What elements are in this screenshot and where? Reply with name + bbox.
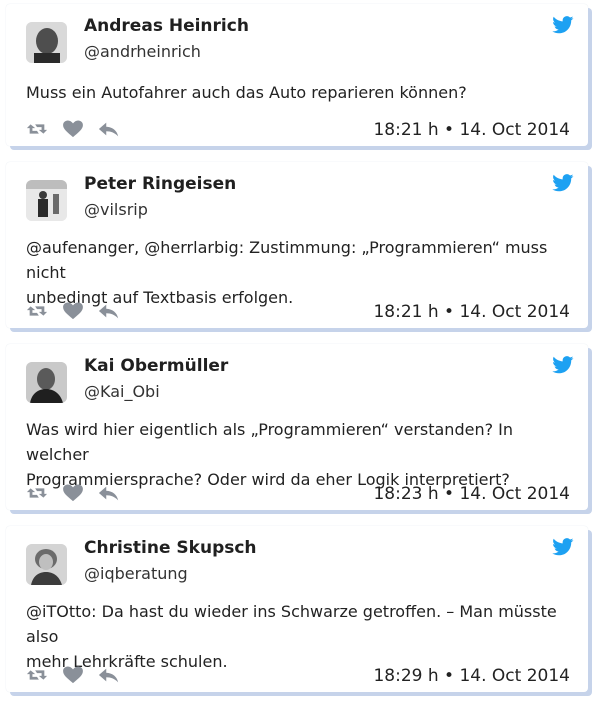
tweet-text: @aufenanger, @herrlarbig: Zustimmung: „P… [26,235,571,310]
tweet-card: Kai Obermüller @Kai_Obi Was wird hier ei… [6,344,588,510]
author-name[interactable]: Christine Skupsch [84,538,257,558]
tweet-timestamp[interactable]: 18:29 h • 14. Oct 2014 [373,666,570,686]
heart-icon[interactable] [62,120,84,138]
tweet-timestamp[interactable]: 18:23 h • 14. Oct 2014 [373,484,570,504]
reply-icon[interactable] [98,666,120,684]
twitter-bird-icon[interactable] [552,538,574,556]
tweet-actions [26,666,120,684]
avatar[interactable] [26,180,67,221]
tweet-timestamp[interactable]: 18:21 h • 14. Oct 2014 [373,120,570,140]
tweet-timestamp[interactable]: 18:21 h • 14. Oct 2014 [373,302,570,322]
reply-icon[interactable] [98,484,120,502]
avatar[interactable] [26,362,67,403]
twitter-bird-icon[interactable] [552,174,574,192]
tweet-text-line: Was wird hier eigentlich als „Programmie… [26,420,514,464]
author-handle[interactable]: @iqberatung [84,564,188,583]
twitter-bird-icon[interactable] [552,356,574,374]
author-handle[interactable]: @Kai_Obi [84,382,160,401]
avatar[interactable] [26,22,67,63]
retweet-icon[interactable] [26,666,48,684]
tweet-card: Andreas Heinrich @andrheinrich Muss ein … [6,4,588,146]
heart-icon[interactable] [62,302,84,320]
tweet-text-line: @iTOtto: Da hast du wieder ins Schwarze … [26,602,557,646]
heart-icon[interactable] [62,484,84,502]
tweet-text-line: Muss ein Autofahrer auch das Auto repari… [26,83,467,102]
retweet-icon[interactable] [26,302,48,320]
author-handle[interactable]: @andrheinrich [84,42,201,61]
tweet-text: @iTOtto: Da hast du wieder ins Schwarze … [26,599,571,674]
author-name[interactable]: Peter Ringeisen [84,174,236,194]
author-handle[interactable]: @vilsrip [84,200,148,219]
retweet-icon[interactable] [26,120,48,138]
avatar[interactable] [26,544,67,585]
tweet-actions [26,120,120,138]
tweet-actions [26,302,120,320]
tweet-actions [26,484,120,502]
retweet-icon[interactable] [26,484,48,502]
tweet-text: Was wird hier eigentlich als „Programmie… [26,417,571,492]
author-name[interactable]: Kai Obermüller [84,356,228,376]
tweet-card: Peter Ringeisen @vilsrip @aufenanger, @h… [6,162,588,328]
tweet-card: Christine Skupsch @iqberatung @iTOtto: D… [6,526,588,692]
tweet-text: Muss ein Autofahrer auch das Auto repari… [26,80,571,105]
reply-icon[interactable] [98,302,120,320]
heart-icon[interactable] [62,666,84,684]
author-name[interactable]: Andreas Heinrich [84,16,249,36]
tweet-text-line: @aufenanger, @herrlarbig: Zustimmung: „P… [26,238,548,282]
twitter-bird-icon[interactable] [552,16,574,34]
reply-icon[interactable] [98,120,120,138]
